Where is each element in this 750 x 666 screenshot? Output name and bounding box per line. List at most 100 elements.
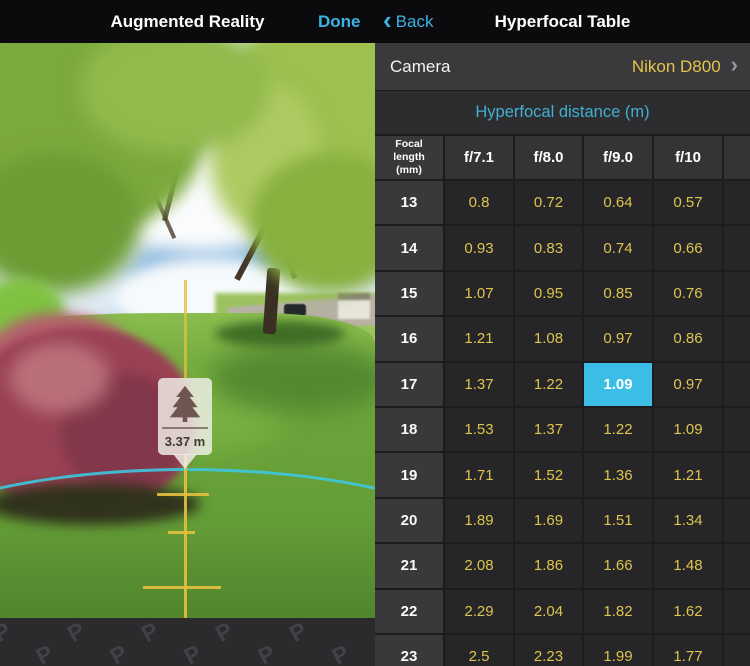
photo-red-maple <box>10 343 110 413</box>
table-cell[interactable]: 0.76 <box>654 271 722 316</box>
camera-selector-row[interactable]: Camera Nikon D800 › <box>375 43 750 90</box>
column-header-f80: f/8.0 <box>515 136 582 179</box>
ar-subject-marker[interactable]: 3.37 m <box>158 378 212 455</box>
table-cell[interactable]: 1.07 <box>445 271 513 316</box>
table-cell[interactable]: 0.93 <box>445 226 513 270</box>
table-cell[interactable]: 1.89 <box>445 498 513 543</box>
table-cell[interactable]: 1.37 <box>445 362 513 406</box>
table-cell[interactable]: 0.72 <box>515 181 582 225</box>
watermark-bar: P P P P P P P P P P <box>0 618 375 666</box>
ar-camera-view[interactable]: 3.37 m <box>0 43 375 618</box>
marker-pointer <box>173 454 197 469</box>
table-cell[interactable]: 0.85 <box>584 271 652 316</box>
table-title: Hyperfocal distance (m) <box>375 90 750 134</box>
table-cell-partial <box>724 271 750 316</box>
marker-distance-label: 3.37 m <box>164 434 206 449</box>
table-cell[interactable]: 1.71 <box>445 453 513 497</box>
photo-lawn-shade <box>210 343 375 413</box>
top-navbar: Augmented Reality Done ‹ Back Hyperfocal… <box>0 0 750 43</box>
table-cell[interactable]: 0.66 <box>654 226 722 270</box>
table-cell[interactable]: 1.21 <box>654 453 722 497</box>
row-header: 17 <box>375 362 443 406</box>
row-header: 19 <box>375 453 443 497</box>
column-header-f90: f/9.0 <box>584 136 652 179</box>
row-header: 23 <box>375 634 443 666</box>
corner-header: Focal length (mm) <box>375 136 443 179</box>
table-cell[interactable]: 1.69 <box>515 498 582 543</box>
table-cell[interactable]: 1.22 <box>584 407 652 452</box>
table-cell[interactable]: 1.21 <box>445 317 513 361</box>
marker-divider <box>162 427 208 429</box>
table-cell[interactable]: 1.34 <box>654 498 722 543</box>
table-cell[interactable]: 0.95 <box>515 271 582 316</box>
ar-measure-tick <box>143 586 221 589</box>
table-cell-partial <box>724 634 750 666</box>
table-cell[interactable]: 0.57 <box>654 181 722 225</box>
table-cell[interactable]: 2.29 <box>445 589 513 633</box>
table-cell[interactable]: 1.99 <box>584 634 652 666</box>
table-cell-partial <box>724 362 750 406</box>
table-cell-partial <box>724 589 750 633</box>
column-header-partial <box>724 136 750 179</box>
table-cell[interactable]: 0.97 <box>654 362 722 406</box>
table-cell[interactable]: 1.37 <box>515 407 582 452</box>
photo-foreground-shade <box>0 523 375 618</box>
table-cell[interactable]: 1.66 <box>584 544 652 588</box>
table-cell-partial <box>724 226 750 270</box>
table-page-title: Hyperfocal Table <box>494 11 631 31</box>
ar-distance-arc <box>0 468 375 508</box>
table-cell[interactable]: 1.77 <box>654 634 722 666</box>
table-cell[interactable]: 0.8 <box>445 181 513 225</box>
table-cell[interactable]: 0.83 <box>515 226 582 270</box>
table-cell[interactable]: 1.22 <box>515 362 582 406</box>
watermark-logo-icon: P <box>327 639 354 666</box>
ar-measure-line <box>184 455 187 618</box>
table-cell-partial <box>724 317 750 361</box>
row-header: 22 <box>375 589 443 633</box>
table-cell[interactable]: 1.09 <box>654 407 722 452</box>
table-cell-partial <box>724 181 750 225</box>
photo-house <box>338 293 370 319</box>
table-cell[interactable]: 2.23 <box>515 634 582 666</box>
table-cell[interactable]: 0.97 <box>584 317 652 361</box>
table-cell[interactable]: 2.5 <box>445 634 513 666</box>
row-header: 14 <box>375 226 443 270</box>
table-cell[interactable]: 1.36 <box>584 453 652 497</box>
table-cell-partial <box>724 453 750 497</box>
table-cell[interactable]: 1.52 <box>515 453 582 497</box>
table-cell[interactable]: 1.08 <box>515 317 582 361</box>
camera-value: Nikon D800 <box>631 56 721 76</box>
pine-tree-icon <box>169 385 201 422</box>
photopills-split-view: Augmented Reality Done ‹ Back Hyperfocal… <box>0 0 750 666</box>
table-cell-partial <box>724 544 750 588</box>
table-cell[interactable]: 2.08 <box>445 544 513 588</box>
table-cell[interactable]: 1.82 <box>584 589 652 633</box>
table-cell[interactable]: 0.64 <box>584 181 652 225</box>
table-cell[interactable]: 0.86 <box>654 317 722 361</box>
row-header: 15 <box>375 271 443 316</box>
chevron-right-icon: › <box>730 52 738 77</box>
ar-measure-tick <box>168 531 195 534</box>
table-cell[interactable]: 1.86 <box>515 544 582 588</box>
camera-label: Camera <box>390 56 451 76</box>
row-header: 20 <box>375 498 443 543</box>
column-header-f71: f/7.1 <box>445 136 513 179</box>
table-cell[interactable]: 1.48 <box>654 544 722 588</box>
table-cell[interactable]: 0.74 <box>584 226 652 270</box>
photo-tree-shadow <box>215 321 345 347</box>
hyperfocal-table: Focal length (mm) f/7.1 f/8.0 f/9.0 f/10… <box>375 134 750 666</box>
done-button[interactable]: Done <box>318 0 361 43</box>
table-cell[interactable]: 1.62 <box>654 589 722 633</box>
column-header-f10: f/10 <box>654 136 722 179</box>
table-cell[interactable]: 1.53 <box>445 407 513 452</box>
row-header: 18 <box>375 407 443 452</box>
table-cell[interactable]: 1.51 <box>584 498 652 543</box>
row-header: 21 <box>375 544 443 588</box>
table-cell[interactable]: 2.04 <box>515 589 582 633</box>
hyperfocal-panel: Camera Nikon D800 › Hyperfocal distance … <box>375 43 750 666</box>
row-header: 13 <box>375 181 443 225</box>
table-cell-selected[interactable]: 1.09 <box>584 362 652 406</box>
ar-measure-tick <box>157 493 209 496</box>
row-header: 16 <box>375 317 443 361</box>
ar-measure-line <box>184 280 187 378</box>
